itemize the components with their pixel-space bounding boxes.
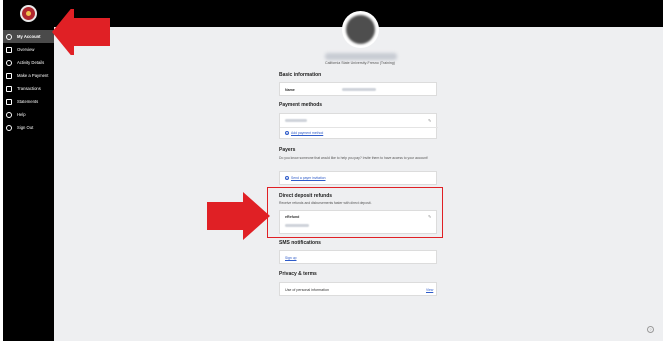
university-logo — [20, 5, 37, 22]
payers-description: Do you know someone that would like to h… — [279, 156, 428, 160]
privacy-card: Use of personal information View — [279, 282, 437, 296]
annotation-arrow-my-account — [52, 9, 110, 55]
sidebar-item-transactions[interactable]: Transactions — [3, 82, 54, 95]
sidebar-item-make-a-payment[interactable]: Make a Payment — [3, 69, 54, 82]
sidebar-item-label: My Account — [17, 34, 41, 39]
clock-icon — [6, 59, 12, 66]
sms-card: Sign up — [279, 250, 437, 264]
sms-sign-up-link[interactable]: Sign up — [285, 256, 297, 260]
sidebar-item-label: Statements — [17, 99, 39, 104]
help-icon — [6, 111, 12, 118]
sidebar: My Account Overview Activity Details Mak… — [3, 0, 54, 341]
annotation-highlight-box — [267, 187, 443, 238]
basic-info-card[interactable]: Name — [279, 82, 437, 96]
payment-methods-card: ✎ + Add payment method — [279, 113, 438, 139]
user-icon — [6, 33, 12, 40]
transactions-icon — [6, 85, 12, 92]
user-name-redacted — [325, 53, 397, 60]
sidebar-item-my-account[interactable]: My Account — [3, 30, 54, 43]
sidebar-item-label: Activity Details — [17, 60, 45, 65]
payers-title: Payers — [279, 147, 296, 153]
send-payer-invitation-link[interactable]: Send a payer invitation — [291, 176, 326, 180]
privacy-title: Privacy & terms — [279, 271, 317, 277]
overview-icon — [6, 46, 12, 53]
sidebar-item-statements[interactable]: Statements — [3, 95, 54, 108]
add-icon: + — [285, 131, 289, 135]
sidebar-item-label: Transactions — [17, 86, 41, 91]
annotation-arrow-direct-deposit — [207, 192, 270, 240]
name-label: Name — [285, 88, 295, 92]
school-name: California State University-Fresno (Trai… — [325, 61, 395, 65]
avatar — [342, 11, 379, 48]
payers-card: + Send a payer invitation — [279, 171, 437, 185]
sidebar-item-label: Overview — [17, 47, 35, 52]
sidebar-nav: My Account Overview Activity Details Mak… — [3, 30, 54, 134]
edit-payment-method-icon[interactable]: ✎ — [428, 118, 431, 123]
sidebar-item-label: Help — [17, 112, 26, 117]
sidebar-item-label: Make a Payment — [17, 73, 49, 78]
name-value-redacted — [342, 88, 376, 91]
personal-info-label: Use of personal information — [285, 288, 329, 292]
statements-icon — [6, 98, 12, 105]
payment-icon — [6, 72, 12, 79]
sidebar-item-activity-details[interactable]: Activity Details — [3, 56, 54, 69]
privacy-view-link[interactable]: View — [426, 288, 433, 292]
sms-title: SMS notifications — [279, 240, 321, 246]
help-icon[interactable]: ? — [647, 326, 654, 333]
basic-info-title: Basic information — [279, 72, 322, 78]
sidebar-item-sign-out[interactable]: Sign Out — [3, 121, 54, 134]
payment-method-redacted — [285, 119, 307, 122]
sidebar-item-overview[interactable]: Overview — [3, 43, 54, 56]
sidebar-item-help[interactable]: Help — [3, 108, 54, 121]
divider — [280, 127, 438, 128]
add-payment-method-link[interactable]: Add payment method — [291, 131, 323, 135]
sidebar-item-label: Sign Out — [17, 125, 34, 130]
sign-out-icon — [6, 124, 12, 131]
add-icon: + — [285, 176, 289, 180]
app-window: My Account Overview Activity Details Mak… — [0, 0, 663, 341]
payment-methods-title: Payment methods — [279, 102, 323, 108]
